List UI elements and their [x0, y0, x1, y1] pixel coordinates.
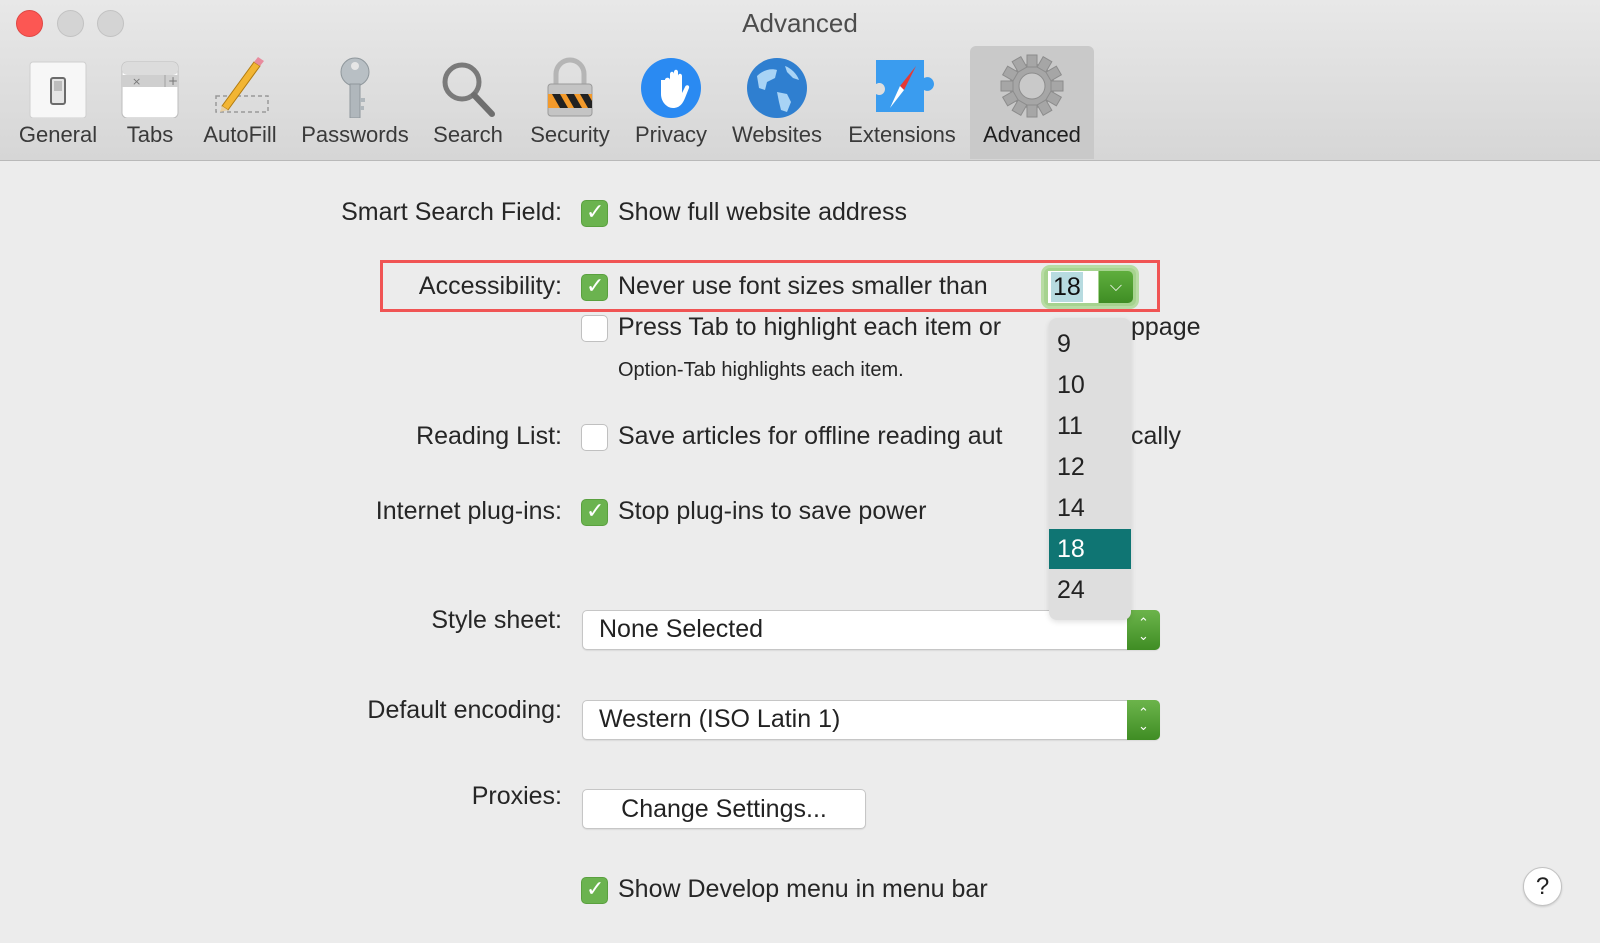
- encoding-popup[interactable]: Western (ISO Latin 1) ⌃ ⌄: [582, 700, 1160, 740]
- tab-label: General: [18, 122, 98, 147]
- svg-text:+: +: [168, 74, 178, 88]
- tab-label: Privacy: [634, 122, 708, 147]
- stop-plugins-text: Stop plug-ins to save power: [618, 497, 927, 525]
- window-title: Advanced: [742, 8, 858, 38]
- save-offline-text: Save articles for offline reading aut: [618, 422, 1003, 450]
- chevron-down-icon[interactable]: ⌵: [1099, 271, 1133, 303]
- min-font-size-value[interactable]: 18: [1048, 271, 1098, 303]
- puzzle-compass-icon: [870, 54, 934, 118]
- svg-text:×: ×: [132, 75, 141, 88]
- tab-label: Advanced: [983, 122, 1081, 147]
- option-tab-note: Option-Tab highlights each item.: [618, 359, 904, 381]
- tab-label: Websites: [731, 122, 823, 147]
- style-sheet-label: Style sheet:: [431, 606, 562, 634]
- tab-label: AutoFill: [203, 122, 277, 147]
- safari-preferences-window: Advanced General × + Tabs AutoFill Passw…: [0, 0, 1600, 943]
- font-size-dropdown-menu: 9 10 11 12 14 18 24: [1049, 318, 1131, 620]
- tab-advanced[interactable]: Advanced: [970, 46, 1094, 159]
- style-sheet-value: None Selected: [599, 615, 764, 643]
- tab-search[interactable]: Search: [424, 46, 512, 159]
- press-tab-text: Press Tab to highlight each item or: [618, 313, 1002, 341]
- encoding-label: Default encoding:: [367, 696, 562, 724]
- tab-websites[interactable]: Websites: [724, 46, 830, 159]
- save-offline-text-tail: cally: [1131, 422, 1182, 450]
- tab-label: Search: [433, 122, 503, 147]
- tab-tabs[interactable]: × + Tabs: [112, 46, 188, 159]
- tab-general[interactable]: General: [10, 46, 106, 159]
- titlebar: Advanced General × + Tabs AutoFill Passw…: [0, 0, 1600, 161]
- tab-label: Tabs: [126, 122, 174, 147]
- min-font-size-select[interactable]: 18 ⌵: [1044, 268, 1136, 306]
- change-settings-button[interactable]: Change Settings...: [582, 789, 866, 829]
- tab-label: Extensions: [848, 122, 956, 147]
- font-size-option[interactable]: 10: [1049, 365, 1131, 405]
- magnifier-icon: [436, 54, 500, 118]
- smart-search-label: Smart Search Field:: [341, 198, 562, 226]
- press-tab-checkbox[interactable]: [581, 315, 608, 342]
- font-size-option[interactable]: 14: [1049, 488, 1131, 528]
- pencil-icon: [208, 54, 272, 118]
- font-size-option-selected[interactable]: 18: [1049, 529, 1131, 569]
- help-button[interactable]: ?: [1523, 867, 1562, 906]
- tab-extensions[interactable]: Extensions: [840, 46, 964, 159]
- proxies-label: Proxies:: [471, 782, 562, 810]
- font-size-option[interactable]: 24: [1049, 570, 1131, 610]
- font-size-option[interactable]: 12: [1049, 447, 1131, 487]
- min-font-size-text: Never use font sizes smaller than: [618, 272, 988, 300]
- plugins-label: Internet plug-ins:: [375, 497, 562, 525]
- tab-autofill[interactable]: AutoFill: [196, 46, 284, 159]
- accessibility-label: Accessibility:: [418, 272, 562, 300]
- save-offline-checkbox[interactable]: [581, 424, 608, 451]
- tab-label: Security: [530, 122, 610, 147]
- padlock-icon: [538, 54, 602, 118]
- show-develop-checkbox[interactable]: [581, 877, 608, 904]
- tab-label: Passwords: [301, 122, 409, 147]
- font-size-option[interactable]: 9: [1049, 324, 1131, 364]
- press-tab-text-tail: ppage: [1131, 313, 1201, 341]
- stop-plugins-checkbox[interactable]: [581, 499, 608, 526]
- reading-list-label: Reading List:: [416, 422, 562, 450]
- key-icon: [323, 54, 387, 119]
- tab-security[interactable]: Security: [520, 46, 620, 159]
- show-develop-text: Show Develop menu in menu bar: [618, 875, 988, 903]
- hand-icon: [639, 54, 703, 118]
- gear-icon: [1000, 54, 1064, 118]
- show-full-address-checkbox[interactable]: [581, 200, 608, 227]
- font-size-option[interactable]: 11: [1049, 406, 1131, 446]
- globe-icon: [745, 54, 809, 118]
- switch-icon: [26, 54, 90, 119]
- tab-privacy[interactable]: Privacy: [628, 46, 714, 159]
- updown-chevron-icon: ⌃ ⌄: [1127, 610, 1160, 650]
- show-full-address-text: Show full website address: [618, 198, 908, 226]
- tabs-icon: × +: [118, 54, 182, 119]
- updown-chevron-icon: ⌃ ⌄: [1127, 700, 1160, 740]
- encoding-value: Western (ISO Latin 1): [599, 705, 841, 733]
- tab-passwords[interactable]: Passwords: [294, 46, 416, 159]
- min-font-size-checkbox[interactable]: [581, 274, 608, 301]
